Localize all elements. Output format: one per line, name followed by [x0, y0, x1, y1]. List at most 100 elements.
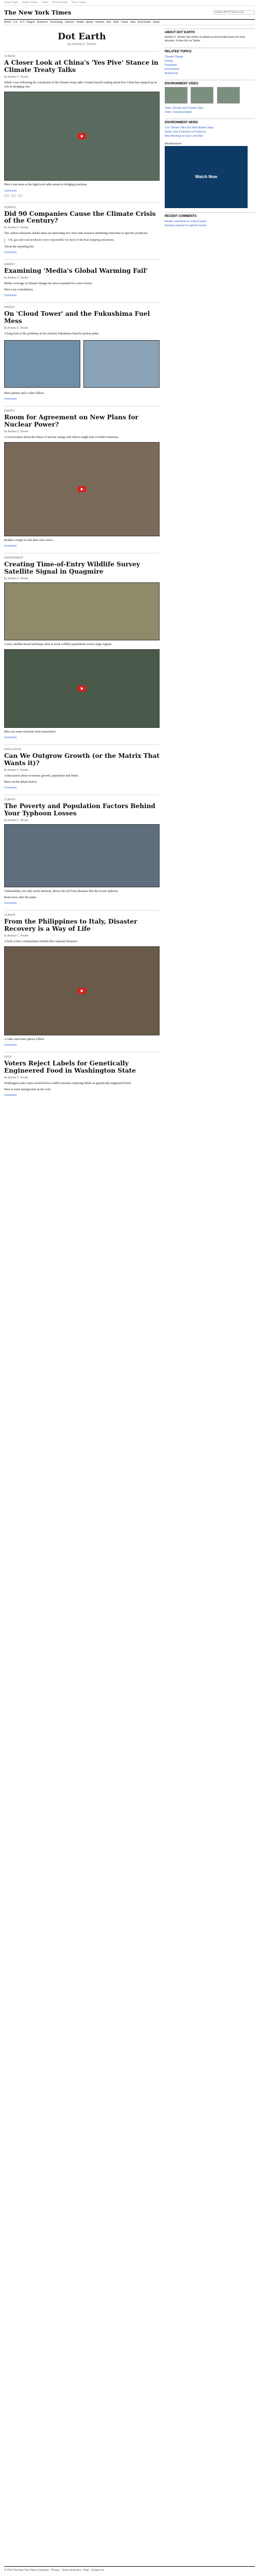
comments-link[interactable]: Comments	[4, 1094, 160, 1097]
rail-thumbnail[interactable]	[165, 86, 188, 104]
nav-item[interactable]: Autos	[153, 21, 160, 24]
post-title[interactable]: A Closer Look at China's 'Yes Pive' Stan…	[4, 59, 160, 74]
comments-link[interactable]: Comments	[4, 545, 160, 548]
video-player[interactable]	[4, 442, 160, 536]
rail-link[interactable]: Reader comments on nuclear power	[165, 219, 255, 224]
post-kicker[interactable]: Population	[4, 748, 160, 751]
rail-thumbnail[interactable]	[217, 86, 240, 104]
nav-item[interactable]: Opinion	[95, 21, 104, 24]
nav-item[interactable]: N.Y. / Region	[20, 21, 35, 24]
nav-item[interactable]: Travel	[121, 21, 128, 24]
top-link[interactable]: Video	[42, 1, 49, 4]
rail-thumbnail[interactable]	[191, 86, 214, 104]
post-kicker[interactable]: Climate	[4, 914, 160, 917]
top-links-left: Home Page Today's Paper Video Most Popul…	[4, 1, 89, 4]
rail-link[interactable]: New Warnings on Sea Level Rise	[165, 134, 255, 138]
post-kicker[interactable]: Environment	[4, 557, 160, 560]
rail-link[interactable]: Study Links Emissions to Producers	[165, 130, 255, 134]
post-byline: By Andrew C. Revkin	[4, 934, 28, 938]
nav-item[interactable]: Business	[37, 21, 48, 24]
share-email-icon[interactable]	[18, 194, 23, 197]
video-player[interactable]	[4, 649, 160, 728]
rail-section: Recent Comments Reader comments on nucle…	[165, 212, 255, 228]
rail-link[interactable]: Population	[165, 63, 255, 67]
post-title[interactable]: From the Philippines to Italy, Disaster …	[4, 918, 160, 933]
post-kicker[interactable]: Energy	[4, 263, 160, 266]
nav-item[interactable]: Science	[65, 21, 74, 24]
rail-link[interactable]: Video: Climate and Coastal Cities	[165, 106, 255, 110]
rail-link[interactable]: Readers respond on typhoon losses	[165, 224, 255, 228]
rail-link[interactable]: U.N. Climate Talks End With Modest Steps	[165, 126, 255, 130]
comments-link[interactable]: Comments	[4, 1044, 160, 1047]
play-icon[interactable]	[78, 685, 86, 692]
post-kicker[interactable]: Food	[4, 1056, 160, 1059]
comments-link[interactable]: Comments	[4, 189, 160, 193]
rail-link[interactable]: Energy	[165, 59, 255, 63]
post-title[interactable]: Examining 'Media's Global Warming Fail'	[4, 268, 160, 275]
nav-item[interactable]: Health	[76, 21, 83, 24]
top-link[interactable]: Today's Paper	[22, 1, 38, 4]
post-paragraph: About the reporting list:	[4, 245, 34, 248]
nav-item[interactable]: World	[4, 21, 11, 24]
nav-item[interactable]: Sports	[86, 21, 93, 24]
page-root: Home Page Today's Paper Video Most Popul…	[0, 0, 259, 2576]
post-kicker[interactable]: Climate	[4, 798, 160, 801]
nav-item[interactable]: Jobs	[130, 21, 136, 24]
top-link[interactable]: Times Topics	[71, 1, 87, 4]
rail-link[interactable]: Climate Change	[165, 55, 255, 59]
section-nav: World U.S. N.Y. / Region Business Techno…	[4, 19, 255, 25]
post-photo[interactable]	[4, 340, 80, 388]
comments-link[interactable]: Comments	[4, 398, 160, 401]
rail-link[interactable]: Environment	[165, 67, 255, 71]
post-photo[interactable]	[4, 824, 160, 887]
comments-link[interactable]: Comments	[4, 294, 160, 297]
post-kicker[interactable]: Energy	[4, 409, 160, 413]
post-title[interactable]: The Poverty and Population Factors Behin…	[4, 803, 160, 817]
nav-item[interactable]: Style	[113, 21, 119, 24]
nav-item[interactable]: Arts	[106, 21, 111, 24]
post-byline: By Andrew C. Revkin	[4, 768, 28, 772]
content-layout: Dot Earth by Andrew C. Revkin Climate A …	[4, 28, 255, 1102]
play-icon[interactable]	[78, 987, 86, 994]
post-title[interactable]: Room for Agreement on New Plans for Nucl…	[4, 414, 160, 429]
post-title[interactable]: On 'Cloud Tower' and the Fukushima Fuel …	[4, 311, 160, 325]
share-facebook-icon[interactable]	[4, 194, 9, 197]
comments-link[interactable]: Comments	[4, 736, 160, 739]
post-kicker[interactable]: Energy	[4, 306, 160, 309]
nav-item[interactable]: U.S.	[13, 21, 18, 24]
page-footer: © 2013 The New York Times Company · Priv…	[4, 2566, 255, 2572]
video-player[interactable]	[4, 91, 160, 181]
blog-subtitle: by Andrew C. Revkin	[67, 43, 96, 46]
post-title[interactable]: Voters Reject Labels for Genetically Eng…	[4, 1060, 160, 1075]
post-photo[interactable]	[83, 340, 160, 388]
post-paragraph: A look at how communities rebuild after …	[4, 940, 78, 943]
nav-item[interactable]: Technology	[50, 21, 63, 24]
site-logo[interactable]: The New York Times	[4, 9, 71, 16]
post-photo[interactable]	[4, 582, 160, 641]
blog-post: Science Did 90 Companies Cause the Clima…	[4, 202, 160, 254]
blog-title[interactable]: Dot Earth	[4, 32, 160, 42]
rail-link[interactable]: Biodiversity	[165, 71, 255, 76]
post-kicker[interactable]: Science	[4, 206, 160, 209]
video-player[interactable]	[4, 946, 160, 1035]
post-kicker[interactable]: Climate	[4, 55, 160, 58]
nav-item[interactable]: Real Estate	[138, 21, 151, 24]
search-input[interactable]	[213, 10, 255, 14]
share-twitter-icon[interactable]	[11, 194, 16, 197]
comments-link[interactable]: Comments	[4, 786, 160, 789]
rail-about-text: Andrew C. Revkin has written on global e…	[165, 36, 246, 43]
comments-link[interactable]: Comments	[4, 251, 160, 254]
post-paragraph: While I was following the conclusion of …	[4, 81, 157, 89]
play-icon[interactable]	[78, 133, 86, 139]
top-link[interactable]: Most Popular	[52, 1, 67, 4]
post-title[interactable]: Can We Outgrow Growth (or the Matrix Tha…	[4, 753, 160, 767]
play-icon[interactable]	[78, 486, 86, 492]
post-title[interactable]: Creating Time-of-Entry Wildlife Survey S…	[4, 561, 160, 576]
post-title[interactable]: Did 90 Companies Cause the Climate Crisi…	[4, 210, 160, 225]
rail-section: Related Topics Climate Change Energy Pop…	[165, 47, 255, 76]
advertisement[interactable]: Watch Now	[165, 145, 248, 208]
comments-link[interactable]: Comments	[4, 902, 160, 905]
blog-post: Environment Creating Time-of-Entry Wildl…	[4, 553, 160, 739]
top-link[interactable]: Home Page	[4, 1, 18, 4]
rail-link[interactable]: Video: Fracking Debate	[165, 110, 255, 114]
